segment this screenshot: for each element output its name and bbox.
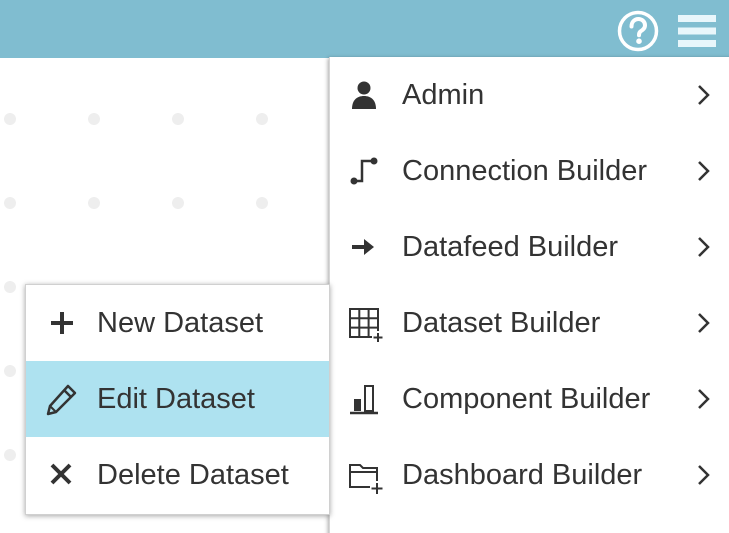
dataset-submenu: New Dataset Edit Dataset Delete Dataset bbox=[25, 284, 330, 515]
canvas-grid-dot bbox=[4, 449, 16, 461]
main-menu-button[interactable] bbox=[678, 13, 716, 49]
connection-icon bbox=[348, 155, 380, 187]
canvas-grid-dot bbox=[88, 113, 100, 125]
canvas-grid-dot bbox=[4, 197, 16, 209]
folder-plus-icon bbox=[348, 459, 384, 495]
menu-item-component-builder[interactable]: Component Builder bbox=[330, 361, 729, 437]
canvas-grid-dot bbox=[4, 365, 16, 377]
chevron-right-icon bbox=[696, 236, 712, 258]
submenu-item-edit-dataset[interactable]: Edit Dataset bbox=[26, 361, 329, 437]
chevron-right-icon bbox=[696, 464, 712, 486]
menu-item-label: Connection Builder bbox=[402, 155, 648, 187]
menu-item-admin[interactable]: Admin bbox=[330, 57, 729, 133]
submenu-item-label: Edit Dataset bbox=[97, 383, 255, 415]
submenu-item-label: Delete Dataset bbox=[97, 459, 289, 491]
menu-item-label: Datafeed Builder bbox=[402, 231, 619, 263]
chevron-right-icon bbox=[696, 388, 712, 410]
bar-chart-icon bbox=[348, 383, 380, 415]
help-button[interactable] bbox=[616, 9, 660, 53]
canvas-grid-dot bbox=[4, 281, 16, 293]
canvas-grid-dot bbox=[4, 113, 16, 125]
submenu-item-new-dataset[interactable]: New Dataset bbox=[26, 285, 329, 361]
plus-icon bbox=[44, 305, 80, 341]
hamburger-menu-icon bbox=[678, 15, 716, 47]
submenu-item-label: New Dataset bbox=[97, 307, 264, 339]
submenu-item-delete-dataset[interactable]: Delete Dataset bbox=[26, 437, 329, 513]
main-dropdown-menu: Admin Connection Builder Datafeed Builde… bbox=[329, 57, 729, 533]
menu-item-label: Dataset Builder bbox=[402, 307, 601, 339]
close-icon bbox=[44, 457, 80, 493]
canvas-grid-dot bbox=[256, 113, 268, 125]
menu-item-label: Dashboard Builder bbox=[402, 459, 643, 491]
menu-item-label: Component Builder bbox=[402, 383, 651, 415]
chevron-right-icon bbox=[696, 84, 712, 106]
menu-item-connection-builder[interactable]: Connection Builder bbox=[330, 133, 729, 209]
canvas-grid-dot bbox=[256, 197, 268, 209]
menu-item-datafeed-builder[interactable]: Datafeed Builder bbox=[330, 209, 729, 285]
canvas-grid-dot bbox=[172, 113, 184, 125]
arrow-right-icon bbox=[348, 231, 380, 263]
chevron-right-icon bbox=[696, 160, 712, 182]
user-icon bbox=[348, 79, 380, 111]
chevron-right-icon bbox=[696, 312, 712, 334]
table-plus-icon bbox=[348, 307, 384, 343]
canvas-grid-dot bbox=[88, 197, 100, 209]
menu-item-dashboard-builder[interactable]: Dashboard Builder bbox=[330, 437, 729, 513]
menu-item-dataset-builder[interactable]: Dataset Builder bbox=[330, 285, 729, 361]
app-root: Admin Connection Builder Datafeed Builde… bbox=[0, 0, 729, 533]
canvas-grid-dot bbox=[172, 197, 184, 209]
top-bar bbox=[0, 0, 729, 58]
help-circle-icon bbox=[617, 10, 659, 52]
menu-item-label: Admin bbox=[402, 79, 485, 111]
pencil-icon bbox=[44, 381, 80, 417]
